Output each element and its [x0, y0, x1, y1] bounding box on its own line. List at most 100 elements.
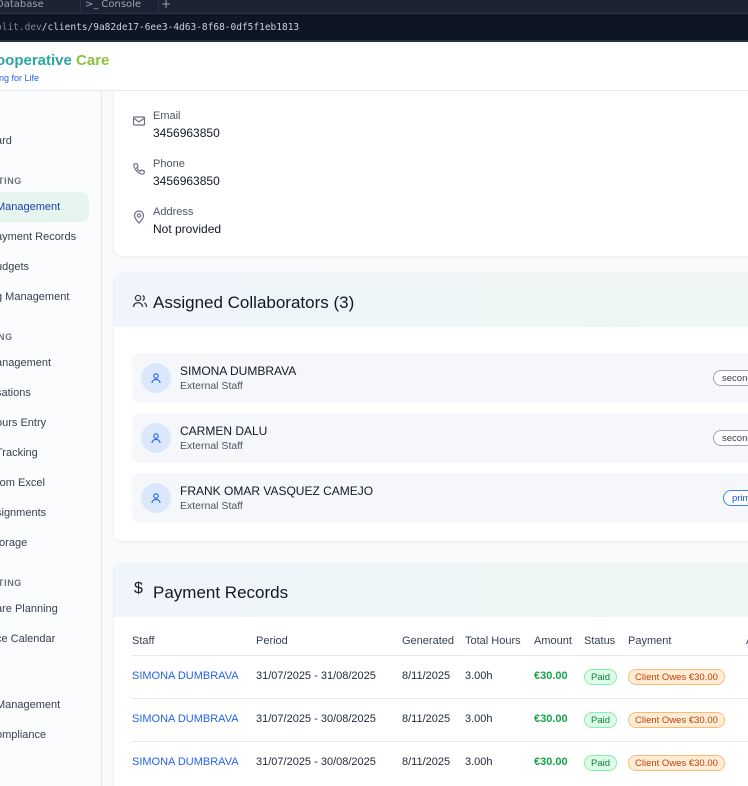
collaborator-role-badge: prim	[723, 490, 748, 506]
user-icon	[151, 433, 161, 444]
collaborators-header: Assigned Collaborators (3)	[114, 273, 748, 327]
brand-logo-text[interactable]: ooperative Care	[0, 52, 109, 69]
sidebar-item-label: udgets	[0, 261, 30, 273]
column-header-amount[interactable]: Amount	[534, 635, 572, 647]
sidebar-item-compensations[interactable]: sations	[0, 378, 90, 408]
phone-icon	[133, 163, 145, 175]
collaborator-role: External Staff	[180, 440, 243, 452]
sidebar-item-client-management[interactable]: Management	[0, 192, 89, 222]
table-row: SIMONA DUMBRAVA 31/07/2025 - 30/08/2025 …	[132, 698, 748, 741]
hours-cell: 3.00h	[465, 670, 493, 682]
sidebar-item-label: g Management	[0, 291, 70, 303]
user-icon	[151, 373, 161, 384]
sidebar-item-label: ours Entry	[0, 417, 47, 429]
sidebar-section-heading: NG	[0, 332, 13, 342]
sidebar-item-label: torage	[0, 537, 28, 549]
sidebar-item-storage[interactable]: torage	[0, 528, 90, 558]
browser-tab-bar: Database >_ Console +	[0, 0, 748, 14]
column-header-generated[interactable]: Generated	[402, 635, 454, 647]
table-row: SIMONA DUMBRAVA 31/07/2025 - 31/08/2025 …	[132, 655, 748, 698]
hours-cell: 3.00h	[465, 713, 493, 725]
sidebar-item-label: ce Calendar	[0, 633, 56, 645]
sidebar-item-budgets[interactable]: udgets	[0, 252, 90, 282]
collaborator-item[interactable]: FRANK OMAR VASQUEZ CAMEJO External Staff…	[132, 473, 748, 523]
column-header-payment[interactable]: Payment	[628, 635, 671, 647]
payment-records-header: $ Payment Records	[114, 563, 748, 617]
contact-info-card: Email 3456963850 Phone 3456963850 Addres…	[114, 91, 748, 256]
sidebar: ard TING Management ayment Records udget…	[0, 91, 102, 786]
staff-link[interactable]: SIMONA DUMBRAVA	[132, 713, 239, 725]
phone-value: 3456963850	[153, 174, 220, 188]
generated-cell: 8/11/2025	[402, 670, 451, 682]
email-value: 3456963850	[153, 126, 220, 140]
avatar	[141, 363, 171, 393]
sidebar-item-label: ard	[0, 135, 12, 147]
avatar	[141, 483, 171, 513]
column-header-status[interactable]: Status	[584, 635, 615, 647]
sidebar-item-assignments[interactable]: signments	[0, 498, 90, 528]
brand-tagline: ing for Life	[0, 73, 40, 83]
collaborator-item[interactable]: SIMONA DUMBRAVA External Staff second	[132, 353, 748, 403]
plus-icon: +	[161, 0, 172, 11]
staff-link[interactable]: SIMONA DUMBRAVA	[132, 756, 239, 768]
payment-records-card: $ Payment Records Staff Period Generated…	[114, 563, 748, 786]
sidebar-item-label: ayment Records	[0, 231, 77, 243]
table-row: SIMONA DUMBRAVA 31/07/2025 - 30/08/2025 …	[132, 741, 748, 784]
generated-cell: 8/11/2025	[402, 756, 451, 768]
collaborator-name: FRANK OMAR VASQUEZ CAMEJO	[180, 484, 374, 498]
tab-console[interactable]: >_ Console	[80, 0, 158, 12]
hours-cell: 3.00h	[465, 756, 493, 768]
tab-database[interactable]: Database	[0, 0, 76, 12]
sidebar-item-label: anagement	[0, 357, 52, 369]
sidebar-item-hours-entry[interactable]: ours Entry	[0, 408, 90, 438]
staff-link[interactable]: SIMONA DUMBRAVA	[132, 670, 239, 682]
column-header-total-hours[interactable]: Total Hours	[465, 635, 521, 647]
amount-cell: €30.00	[534, 670, 568, 682]
sidebar-item-compliance[interactable]: ompliance	[0, 720, 90, 750]
column-header-period[interactable]: Period	[256, 635, 288, 647]
tab-database-label: Database	[0, 0, 44, 10]
payment-badge: Client Owes €30.00	[628, 712, 725, 728]
period-cell: 31/07/2025 - 30/08/2025	[256, 756, 376, 768]
sidebar-item-dashboard[interactable]: ard	[0, 126, 90, 156]
url-domain: plit.dev	[0, 21, 42, 33]
status-badge: Paid	[584, 669, 618, 685]
address-value: Not provided	[153, 222, 222, 236]
generated-cell: 8/11/2025	[402, 713, 451, 725]
sidebar-item-label: rom Excel	[0, 477, 45, 489]
email-label: Email	[153, 110, 181, 122]
column-header-staff[interactable]: Staff	[132, 635, 154, 647]
sidebar-item-service-calendar[interactable]: ce Calendar	[0, 624, 90, 654]
collaborators-card: Assigned Collaborators (3) SIMONA DUMBRA…	[114, 273, 748, 541]
url-path: /clients/9a82de17-6ee3-4d63-8f68-0df5f1e…	[41, 21, 300, 33]
sidebar-section-heading: TING	[0, 578, 22, 588]
amount-cell: €30.00	[534, 756, 568, 768]
collaborator-item[interactable]: CARMEN DALU External Staff second	[132, 413, 748, 463]
sidebar-item-care-planning[interactable]: are Planning	[0, 594, 90, 624]
payment-badge: Client Owes €30.00	[628, 755, 725, 771]
sidebar-item-label: sations	[0, 387, 31, 399]
sidebar-item-label: Tracking	[0, 447, 38, 459]
sidebar-item-tracking[interactable]: Tracking	[0, 438, 90, 468]
collaborator-role: External Staff	[180, 380, 243, 392]
collaborator-name: SIMONA DUMBRAVA	[180, 364, 297, 378]
sidebar-item-payment-records[interactable]: ayment Records	[0, 222, 90, 252]
main-content: Email 3456963850 Phone 3456963850 Addres…	[102, 91, 748, 786]
url-text: plit.dev/clients/9a82de17-6ee3-4d63-8f68…	[0, 22, 299, 33]
payment-records-title: Payment Records	[153, 583, 289, 602]
sidebar-item-staff-management[interactable]: anagement	[0, 348, 90, 378]
sidebar-item-label: Management	[0, 699, 61, 711]
sidebar-item-management[interactable]: Management	[0, 690, 90, 720]
sidebar-item-label: ompliance	[0, 729, 47, 741]
url-bar[interactable]: plit.dev/clients/9a82de17-6ee3-4d63-8f68…	[0, 14, 748, 40]
new-tab-button[interactable]: +	[158, 0, 172, 12]
sidebar-section-heading: TING	[0, 176, 22, 186]
payment-badge: Client Owes €30.00	[628, 669, 725, 685]
sidebar-item-billing-management[interactable]: g Management	[0, 282, 90, 312]
amount-cell: €30.00	[534, 713, 568, 725]
user-icon	[151, 493, 161, 504]
period-cell: 31/07/2025 - 30/08/2025	[256, 713, 376, 725]
brand-main: ooperative	[0, 52, 77, 69]
sidebar-item-import-from-excel[interactable]: rom Excel	[0, 468, 90, 498]
collaborator-role-badge: second	[713, 370, 748, 386]
